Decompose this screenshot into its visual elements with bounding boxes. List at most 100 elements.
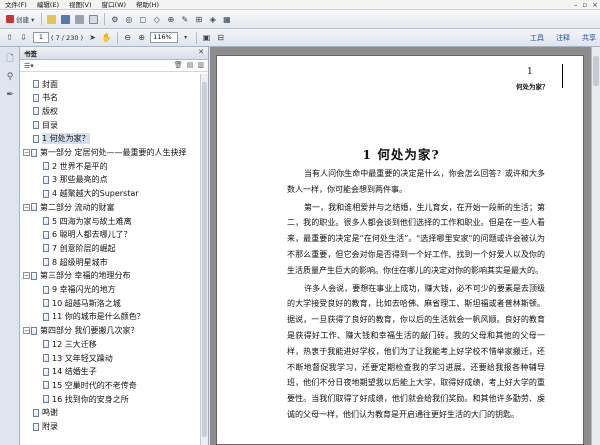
toolbar-separator: [196, 31, 198, 44]
bookmark-item[interactable]: 7 创意阶层的崛起: [43, 242, 116, 254]
bookmark-item[interactable]: 4 越聚越大的Superstar: [43, 188, 139, 200]
minimize-icon[interactable]: –: [574, 0, 578, 10]
bookmark-item[interactable]: 书名: [33, 92, 58, 104]
protect-icon[interactable]: ⊞: [192, 12, 205, 26]
bookmark-icon: [33, 107, 39, 116]
bookmark-item[interactable]: − 第二部分 流动的财富: [23, 201, 115, 213]
close-icon[interactable]: ✕: [198, 48, 204, 56]
print-icon[interactable]: [73, 12, 86, 26]
running-header-number: 1: [527, 67, 533, 77]
bookmark-item[interactable]: 8 超级明星城市: [43, 256, 108, 268]
share-link[interactable]: 共享: [582, 33, 596, 43]
save-icon[interactable]: [59, 12, 72, 26]
bookmark-item[interactable]: 鸣谢: [33, 407, 58, 419]
menu-file[interactable]: 文件(F): [0, 0, 32, 10]
collapse-toggle-icon[interactable]: −: [23, 149, 30, 156]
bookmark-label: 6 聪明人都去哪儿了？: [52, 230, 132, 240]
menu-help[interactable]: 帮助(H): [131, 0, 164, 10]
bookmark-label: 13 又年轻又躁动: [52, 353, 113, 363]
bookmark-label: 4 越聚越大的Superstar: [52, 189, 139, 199]
select-cursor-icon[interactable]: ➤: [86, 31, 99, 45]
bookmarks-tree: 封面书名版权目录 1 何处为家？ − 第一部分 定居何处——最重要的人生抉择 2 世界不…: [20, 74, 201, 445]
bookmark-item[interactable]: 14 结婚生子: [43, 366, 97, 378]
sign-icon[interactable]: ✎: [178, 12, 191, 26]
settings-icon[interactable]: ⚙: [108, 12, 121, 26]
menu-view[interactable]: 视图(V): [64, 0, 97, 10]
fit-page-icon[interactable]: ▣: [200, 31, 213, 45]
open-folder-icon[interactable]: [45, 12, 58, 26]
bookmark-item[interactable]: 附录: [33, 421, 58, 433]
page-number-input[interactable]: 1: [33, 32, 49, 43]
next-page-icon[interactable]: ⇩: [17, 31, 30, 45]
bookmark-item[interactable]: 12 三大迁移: [43, 338, 97, 350]
create-pdf-icon: [6, 15, 14, 23]
bookmark-item[interactable]: 6 聪明人都去哪儿了？: [43, 229, 132, 241]
bookmark-item[interactable]: 版权: [33, 105, 58, 117]
bookmark-label: 9 幸福闪光的地方: [52, 285, 116, 294]
zoom-select[interactable]: 116%: [150, 32, 179, 43]
bookmark-item[interactable]: 1 何处为家？: [33, 133, 90, 145]
bookmark-icon: [43, 367, 49, 376]
bookmark-item[interactable]: 2 世界不是平的: [43, 160, 108, 172]
menu-window[interactable]: 窗口(W): [97, 0, 132, 10]
bookmark-label: 8 超级明星城市: [52, 257, 108, 267]
globe-icon[interactable]: ◎: [122, 12, 135, 26]
document-scrollbar[interactable]: [591, 47, 600, 445]
create-button[interactable]: 创建 ▾: [3, 12, 37, 26]
bookmark-item[interactable]: 9 幸福闪光的地方: [43, 284, 116, 296]
email-icon[interactable]: [87, 12, 100, 26]
bookmark-label: 书名: [42, 93, 58, 103]
bookmark-icon: [43, 175, 49, 184]
toolbar-separator: [41, 13, 43, 25]
bookmarks-scrollbar[interactable]: [200, 74, 208, 445]
menu-edit[interactable]: 编辑(E): [32, 0, 64, 10]
attachments-icon[interactable]: ⚲: [4, 71, 16, 83]
bookmarks-panel: 书签 ✕ ☰▾ 🗑 ▤ ▥ 封面 书名 版权 目录 1 何处为家？ − 第一部分 定居何处—…: [20, 47, 209, 445]
collapse-toggle-icon[interactable]: −: [23, 327, 30, 335]
collapse-toggle-icon[interactable]: −: [23, 272, 30, 280]
restore-icon[interactable]: ▫: [582, 0, 587, 10]
delete-bookmark-icon[interactable]: 🗑: [174, 61, 183, 69]
previous-page-icon[interactable]: ⇧: [3, 31, 16, 45]
tools-link[interactable]: 工具: [530, 33, 544, 43]
bookmark-item[interactable]: − 第一部分 定居何处——最重要的人生抉择: [23, 147, 187, 159]
comment-link[interactable]: 注释: [556, 33, 570, 43]
bookmark-item[interactable]: 16 找到你的安身之所: [43, 393, 129, 405]
fit-width-icon[interactable]: ⊟: [214, 31, 227, 45]
panel-links: 工具 注释 共享: [530, 29, 596, 47]
close-icon[interactable]: ×: [592, 0, 598, 10]
bookmark-item[interactable]: 13 又年轻又躁动: [43, 352, 113, 364]
bookmark-icon: [43, 244, 49, 253]
scrollbar-thumb[interactable]: [593, 56, 599, 86]
chevron-down-icon[interactable]: ▾: [179, 31, 192, 45]
review-icon[interactable]: ⊕: [164, 12, 177, 26]
new-bookmark-icon[interactable]: ▤: [187, 61, 194, 69]
bookmark-label: 3 那些最亮的点: [52, 175, 108, 185]
bookmark-icon: [43, 395, 49, 404]
signatures-icon[interactable]: ✒: [4, 89, 16, 101]
bookmark-item[interactable]: 11 你的城市是什么颜色？: [43, 311, 145, 323]
bookmarks-panel-icon[interactable]: 🗋: [4, 53, 16, 65]
bookmark-item[interactable]: 3 那些最亮的点: [43, 174, 108, 186]
tag-icon[interactable]: ◇: [150, 12, 163, 26]
bookmark-item[interactable]: 目录: [33, 119, 58, 131]
share-icon[interactable]: ◈: [206, 12, 219, 26]
zoom-out-icon[interactable]: ⊖: [121, 31, 134, 45]
bookmark-item[interactable]: 封面: [33, 78, 58, 90]
expand-bookmark-icon[interactable]: ▥: [197, 61, 204, 69]
bookmark-item[interactable]: − 第三部分 幸福的地理分布: [23, 270, 131, 282]
bookmark-icon: [43, 258, 49, 267]
collapse-toggle-icon[interactable]: −: [23, 203, 30, 211]
bookmark-item[interactable]: − 第四部分 我们要搬几次家？: [23, 325, 139, 337]
bookmark-icon: [33, 134, 39, 143]
comment-icon[interactable]: ◻: [136, 12, 149, 26]
zoom-in-icon[interactable]: ⊕: [135, 31, 148, 45]
form-icon[interactable]: ▦: [220, 12, 233, 26]
hand-tool-icon[interactable]: ✋: [100, 31, 113, 45]
bookmark-item[interactable]: 10 超越马斯洛之城: [43, 297, 121, 309]
options-menu-icon[interactable]: ☰▾: [24, 62, 34, 70]
bookmark-item[interactable]: 15 空巢时代的不老传奇: [43, 379, 137, 391]
scrollbar-thumb[interactable]: [202, 82, 207, 437]
bookmark-icon: [43, 230, 49, 239]
bookmark-item[interactable]: 5 四海为家与故土难离: [43, 215, 132, 227]
